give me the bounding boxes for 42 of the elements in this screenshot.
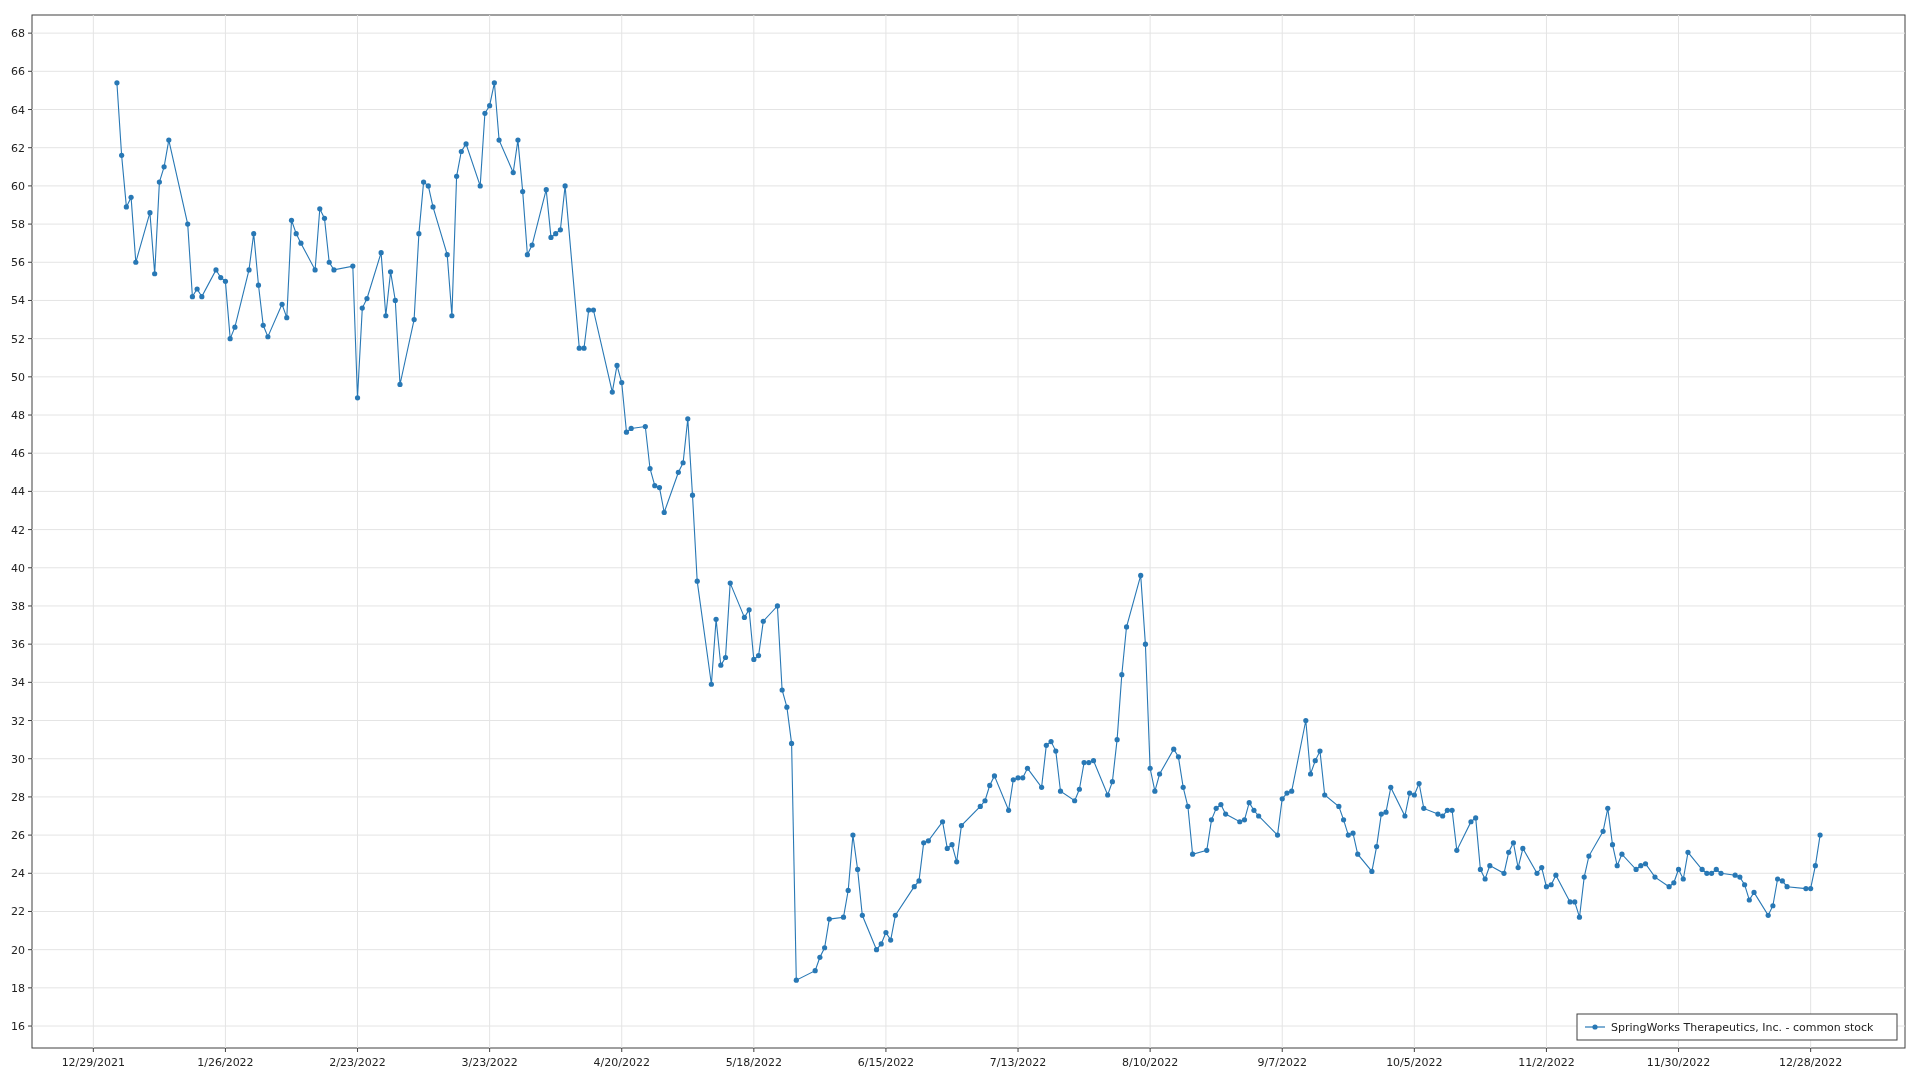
y-tick-label: 60 xyxy=(11,179,25,193)
y-tick-label: 46 xyxy=(11,447,25,461)
y-tick-label: 22 xyxy=(11,905,25,919)
x-tick-label: 8/10/2022 xyxy=(1121,1056,1179,1069)
y-tick-label: 64 xyxy=(11,103,25,117)
x-tick-label: 11/2/2022 xyxy=(1518,1056,1575,1069)
x-tick-label: 7/13/2022 xyxy=(989,1056,1047,1069)
x-tick-label: 3/23/2022 xyxy=(461,1056,518,1069)
y-tick-label: 32 xyxy=(11,714,25,728)
y-tick-label: 42 xyxy=(11,523,25,537)
y-tick-label: 48 xyxy=(11,409,25,422)
y-tick-label: 16 xyxy=(11,1020,25,1034)
y-tick-label: 56 xyxy=(11,256,25,270)
x-tick-label: 5/18/2022 xyxy=(725,1056,783,1069)
y-tick-label: 24 xyxy=(11,867,25,881)
y-tick-label: 26 xyxy=(11,829,25,843)
y-tick-label: 38 xyxy=(11,599,25,613)
x-tick-label: 12/29/2021 xyxy=(61,1056,126,1069)
y-tick-label: 30 xyxy=(11,752,25,766)
x-tick-label: 1/26/2022 xyxy=(197,1056,254,1069)
x-tick-label: 9/7/2022 xyxy=(1257,1056,1307,1069)
y-tick-label: 40 xyxy=(11,561,25,575)
x-tick-label: 6/15/2022 xyxy=(857,1056,915,1069)
y-tick-label: 50 xyxy=(11,370,25,384)
y-tick-label: 52 xyxy=(11,332,25,346)
x-tick-label: 12/28/2022 xyxy=(1778,1056,1843,1069)
y-tick-label: 68 xyxy=(11,27,25,41)
y-tick-label: 36 xyxy=(11,638,25,652)
y-tick-label: 54 xyxy=(11,294,25,308)
y-tick-label: 58 xyxy=(11,218,25,232)
legend-label: SpringWorks Therapeutics, Inc. - common stock xyxy=(1611,1021,1874,1034)
y-tick-label: 62 xyxy=(11,141,25,155)
y-tick-label: 66 xyxy=(11,65,25,79)
y-tick-label: 34 xyxy=(11,676,25,690)
x-tick-label: 2/23/2022 xyxy=(329,1056,386,1069)
x-tick-label: 4/20/2022 xyxy=(593,1056,650,1069)
x-tick-label: 10/5/2022 xyxy=(1386,1056,1443,1069)
x-tick-label: 11/30/2022 xyxy=(1646,1056,1711,1069)
y-tick-label: 44 xyxy=(11,485,25,499)
y-tick-label: 18 xyxy=(11,981,25,995)
y-tick-label: 28 xyxy=(11,790,25,804)
y-tick-label: 20 xyxy=(11,943,25,957)
